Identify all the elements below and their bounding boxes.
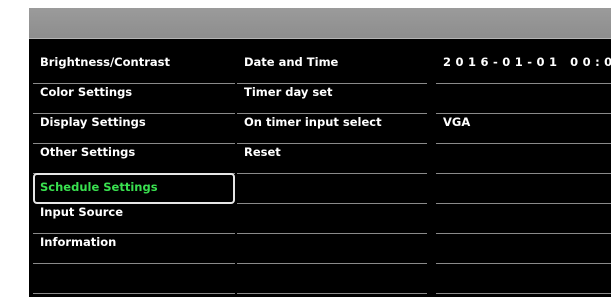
setting-label: Date and Time <box>244 55 339 69</box>
setting-empty <box>237 174 427 204</box>
menu-item-label: Display Settings <box>40 115 146 129</box>
value-empty <box>436 174 611 204</box>
setting-label: Reset <box>244 145 281 159</box>
menu-item-label: Other Settings <box>40 145 136 159</box>
menu-item-brightness-contrast[interactable]: Brightness/Contrast <box>33 54 235 84</box>
value-empty <box>436 234 611 264</box>
date-time-value[interactable]: 2016-01-01 00:00 <box>436 54 611 84</box>
setting-label: Timer day set <box>244 85 333 99</box>
title-bar <box>29 8 611 39</box>
value-empty <box>436 264 611 294</box>
setting-empty <box>237 234 427 264</box>
menu-item-color-settings[interactable]: Color Settings <box>33 84 235 114</box>
value-empty <box>436 204 611 234</box>
menu-item-information[interactable]: Information <box>33 234 235 264</box>
setting-timer-day-set[interactable]: Timer day set <box>237 84 427 114</box>
value-text: VGA <box>443 115 471 129</box>
menu-item-label: Color Settings <box>40 85 133 99</box>
menu-item-empty <box>33 264 235 294</box>
setting-label: On timer input select <box>244 115 382 129</box>
schedule-settings-labels: Date and Time Timer day set On timer inp… <box>237 54 427 294</box>
setting-on-timer-input-select[interactable]: On timer input select <box>237 114 427 144</box>
menu-item-schedule-settings[interactable]: Schedule Settings <box>33 173 235 204</box>
setting-empty <box>237 204 427 234</box>
input-select-value[interactable]: VGA <box>436 114 611 144</box>
menu-item-label: Input Source <box>40 205 124 219</box>
timer-day-value[interactable] <box>436 84 611 114</box>
value-text: 2016-01-01 00:00 <box>443 55 611 69</box>
setting-date-and-time[interactable]: Date and Time <box>237 54 427 84</box>
menu-item-display-settings[interactable]: Display Settings <box>33 114 235 144</box>
menu-item-input-source[interactable]: Input Source <box>33 204 235 234</box>
reset-value <box>436 144 611 174</box>
setting-reset[interactable]: Reset <box>237 144 427 174</box>
menu-item-label: Brightness/Contrast <box>40 55 170 69</box>
main-menu: Brightness/Contrast Color Settings Displ… <box>33 54 235 294</box>
osd-screen: Brightness/Contrast Color Settings Displ… <box>29 8 611 297</box>
setting-empty <box>237 264 427 294</box>
menu-item-other-settings[interactable]: Other Settings <box>33 144 235 174</box>
schedule-settings-values: 2016-01-01 00:00 VGA <box>436 54 611 294</box>
menu-item-label: Information <box>40 235 117 249</box>
menu-item-label: Schedule Settings <box>40 180 158 194</box>
